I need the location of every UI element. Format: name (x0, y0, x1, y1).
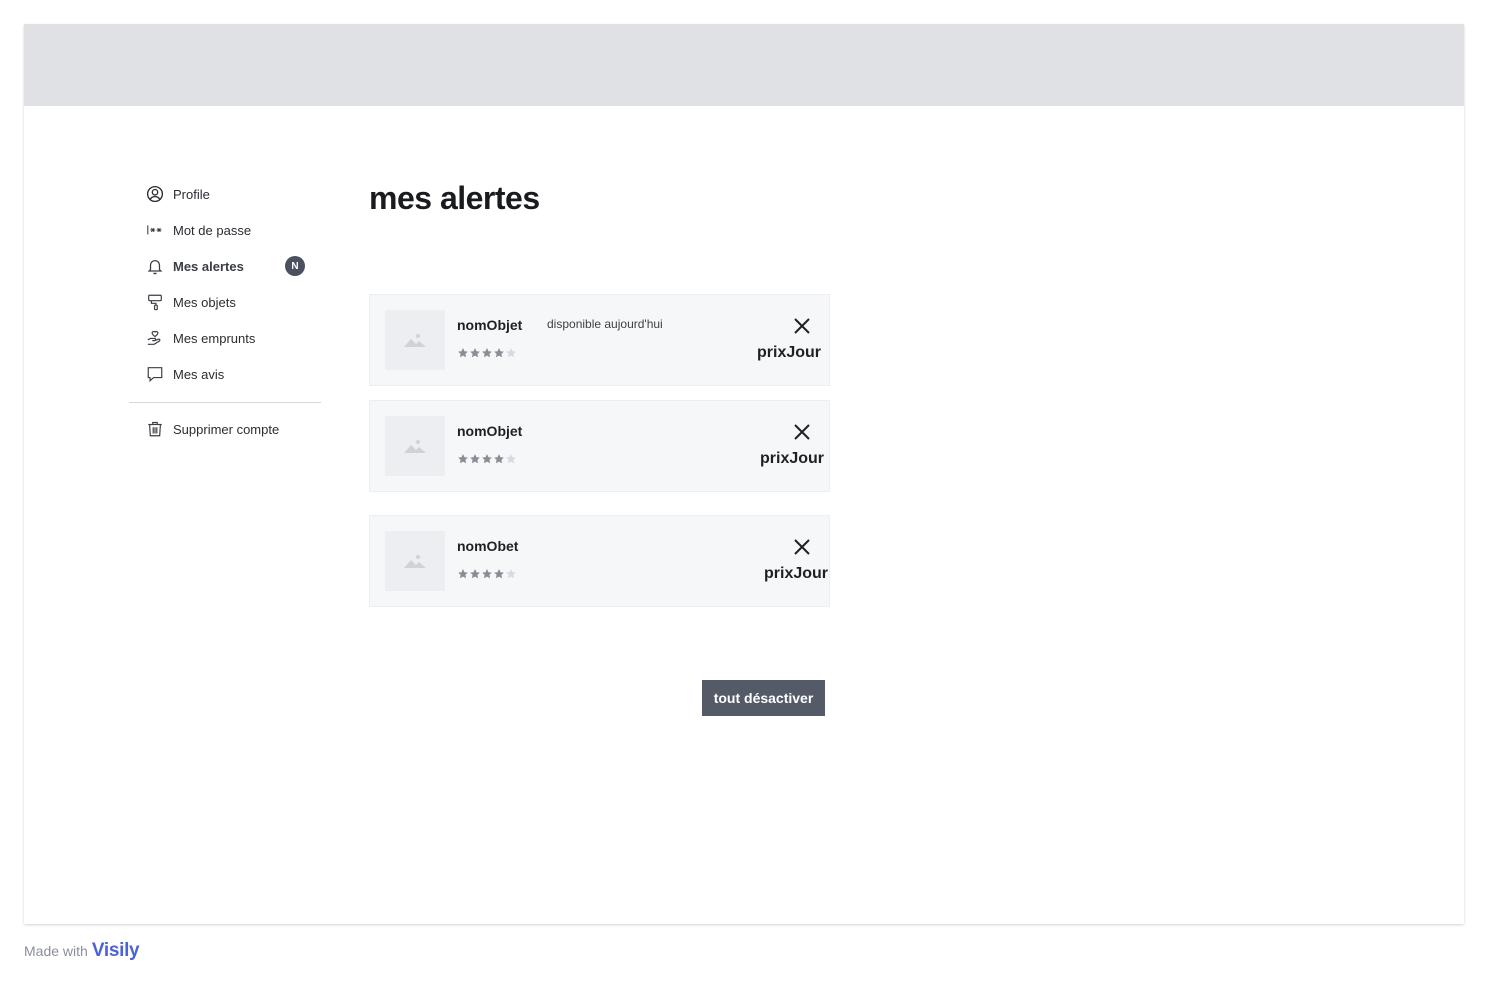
close-icon[interactable] (791, 421, 813, 443)
alert-card: nomObet prixJour (369, 515, 830, 607)
alert-card: nomObjet disponible aujourd'hui prixJour (369, 294, 830, 386)
daily-price: prixJour (764, 565, 829, 582)
sidebar-item-label: Supprimer compte (173, 421, 280, 437)
star-icon (482, 454, 492, 464)
sidebar: Profile Mot de passe Mes alertes N Mes o… (129, 176, 321, 447)
star-icon (470, 569, 480, 579)
sidebar-item-label: Mes objets (173, 294, 236, 310)
sidebar-item-reviews[interactable]: Mes avis (129, 356, 321, 392)
notification-badge: N (285, 256, 305, 276)
daily-price: prixJour (760, 450, 825, 467)
hand-heart-icon (145, 328, 165, 348)
star-icon (470, 348, 480, 358)
alert-card: nomObjet prixJour (369, 400, 830, 492)
rating-stars (457, 347, 517, 359)
star-icon (494, 454, 504, 464)
star-icon (506, 454, 516, 464)
rating-stars (457, 453, 517, 465)
sidebar-divider (129, 402, 321, 403)
star-icon (482, 569, 492, 579)
object-name: nomObet (457, 538, 519, 554)
sidebar-item-label: Mes avis (173, 366, 225, 382)
star-icon (458, 348, 468, 358)
close-icon[interactable] (791, 536, 813, 558)
rating-stars (457, 568, 517, 580)
sidebar-item-delete-account[interactable]: Supprimer compte (129, 411, 321, 447)
app-frame: Profile Mot de passe Mes alertes N Mes o… (24, 24, 1464, 924)
chat-bubble-icon (145, 364, 165, 384)
sidebar-item-borrowings[interactable]: Mes emprunts (129, 320, 321, 356)
object-name: nomObjet (457, 423, 523, 439)
bell-icon (145, 256, 165, 276)
sidebar-item-label: Mot de passe (173, 222, 252, 238)
star-icon (482, 348, 492, 358)
star-icon (506, 348, 516, 358)
sidebar-item-label: Mes alertes (173, 258, 244, 274)
disable-all-button[interactable]: tout désactiver (702, 680, 825, 716)
close-icon[interactable] (791, 315, 813, 337)
star-icon (470, 454, 480, 464)
sidebar-item-alerts[interactable]: Mes alertes N (129, 248, 321, 284)
paint-roller-icon (145, 292, 165, 312)
availability-status: disponible aujourd'hui (547, 317, 663, 331)
password-icon (145, 220, 165, 240)
star-icon (494, 348, 504, 358)
user-circle-icon (145, 184, 165, 204)
header-bar (24, 24, 1464, 106)
trash-icon (145, 419, 165, 439)
sidebar-item-objects[interactable]: Mes objets (129, 284, 321, 320)
made-with-footer: Made with Visily (24, 940, 140, 962)
sidebar-item-password[interactable]: Mot de passe (129, 212, 321, 248)
star-icon (506, 569, 516, 579)
sidebar-item-profile[interactable]: Profile (129, 176, 321, 212)
daily-price: prixJour (757, 344, 822, 361)
page-title: mes alertes (369, 180, 540, 216)
star-icon (458, 569, 468, 579)
sidebar-item-label: Mes emprunts (173, 330, 256, 346)
star-icon (458, 454, 468, 464)
sidebar-item-label: Profile (173, 186, 210, 202)
star-icon (494, 569, 504, 579)
image-placeholder-icon (385, 416, 445, 476)
made-with-text: Made with (24, 943, 88, 959)
image-placeholder-icon (385, 310, 445, 370)
image-placeholder-icon (385, 531, 445, 591)
brand-logo[interactable]: Visily (92, 940, 140, 962)
object-name: nomObjet (457, 317, 523, 333)
